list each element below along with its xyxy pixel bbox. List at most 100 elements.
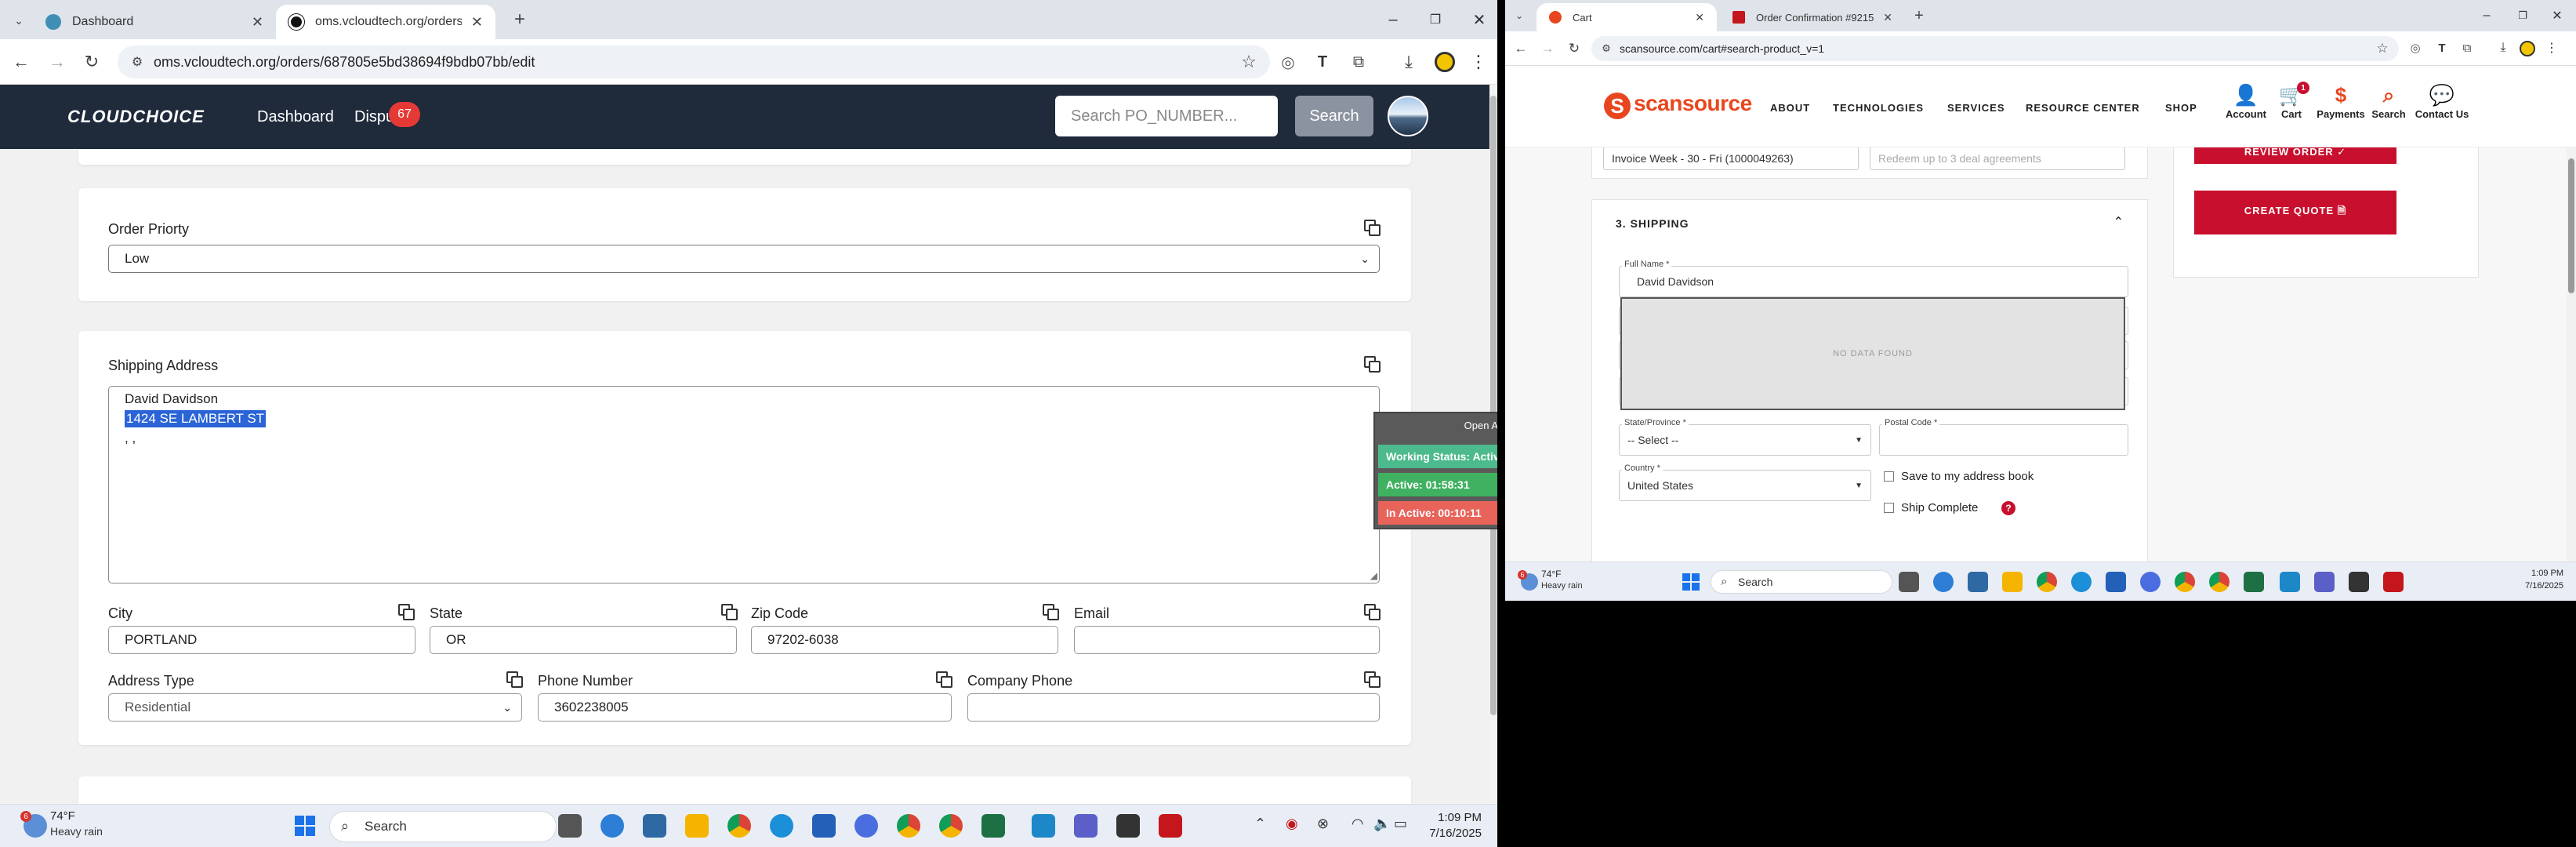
full-name-input[interactable]: David Davidson <box>1619 266 2128 297</box>
zoom-icon[interactable] <box>854 814 878 838</box>
calculator-icon[interactable] <box>643 814 666 838</box>
scansource-logo[interactable]: scansource <box>1634 91 1752 116</box>
ship-complete-checkbox[interactable] <box>1884 503 1894 513</box>
copy-icon[interactable] <box>506 671 523 688</box>
close-window-icon[interactable]: ✕ <box>2548 6 2567 25</box>
excel-icon[interactable] <box>2244 572 2264 592</box>
create-quote-button[interactable]: CREATE QUOTE 🗎 <box>2194 191 2396 234</box>
state-province-select[interactable]: -- Select -- ▼ <box>1619 424 1871 456</box>
windows-start-icon[interactable] <box>295 816 315 836</box>
taskbar-search[interactable]: ⌕ Search <box>1711 570 1892 594</box>
extensions-puzzle-icon[interactable]: ⧉ <box>1347 50 1370 74</box>
profile-avatar-icon[interactable] <box>1435 52 1455 72</box>
windows-start-icon[interactable] <box>1682 573 1700 591</box>
taskbar-search[interactable]: ⌕ Search <box>329 811 557 842</box>
tray-network-icon[interactable]: ⊗ <box>1317 816 1329 832</box>
restore-icon[interactable]: ❐ <box>1424 8 1447 31</box>
address-type-select[interactable]: Residential ⌄ <box>108 693 522 722</box>
company-phone-input[interactable] <box>967 693 1380 722</box>
user-avatar[interactable] <box>1388 96 1428 136</box>
file-explorer-icon[interactable] <box>1899 572 1919 592</box>
reload-icon[interactable]: ↻ <box>1565 39 1584 58</box>
city-input[interactable]: PORTLAND <box>108 626 415 654</box>
clock-date[interactable]: 7/16/2025 <box>2501 581 2563 591</box>
phone-input[interactable]: 3602238005 <box>538 693 952 722</box>
chevron-up-icon[interactable]: ⌃ <box>2113 214 2124 230</box>
copy-icon[interactable] <box>1364 604 1381 620</box>
forward-icon[interactable]: → <box>44 49 71 75</box>
scansource-logo-icon[interactable]: S <box>1604 93 1631 119</box>
tab-list-icon[interactable]: ⌄ <box>9 11 28 30</box>
back-icon[interactable]: ← <box>1511 39 1530 58</box>
extension-icon[interactable]: ◎ <box>1276 50 1300 74</box>
folder-icon[interactable] <box>685 814 709 838</box>
copy-icon[interactable] <box>1364 220 1381 236</box>
app-icon[interactable] <box>2349 572 2369 592</box>
chrome-profile-icon[interactable] <box>2209 572 2230 592</box>
minimize-icon[interactable]: – <box>2477 6 2496 25</box>
reload-icon[interactable]: ↻ <box>78 49 105 75</box>
po-search-input[interactable]: Search PO_NUMBER... <box>1055 96 1278 136</box>
url-bar[interactable]: ⚙ scansource.com/cart#search-product_v=1… <box>1591 36 2399 61</box>
nav-services[interactable]: SERVICES <box>1947 102 2005 114</box>
snipping-tool-icon[interactable] <box>1032 814 1055 838</box>
app-icon[interactable] <box>1116 814 1140 838</box>
new-tab-icon[interactable]: + <box>508 8 532 31</box>
minimize-icon[interactable]: – <box>1381 8 1405 31</box>
nav-about[interactable]: ABOUT <box>1770 102 1810 114</box>
chrome-profile-icon[interactable] <box>939 814 963 838</box>
more-menu-icon[interactable]: ⋮ <box>1469 50 1488 74</box>
url-bar[interactable]: ⚙ oms.vcloudtech.org/orders/687805e5bd38… <box>118 45 1270 78</box>
help-icon[interactable]: ? <box>2001 501 2015 515</box>
tab-order-edit[interactable]: oms.vcloudtech.org/orders/687 ✕ <box>276 5 495 39</box>
scrollbar-thumb[interactable] <box>1490 96 1497 715</box>
extension-icon[interactable]: ◎ <box>2407 39 2424 56</box>
site-info-icon[interactable]: ⚙ <box>1599 42 1613 56</box>
edge-icon[interactable] <box>770 814 793 838</box>
chrome-profile-icon[interactable] <box>897 814 920 838</box>
new-tab-icon[interactable]: + <box>1910 6 1928 25</box>
wifi-icon[interactable]: ◠ <box>1351 816 1364 832</box>
acrobat-icon[interactable] <box>2383 572 2404 592</box>
tab-cart[interactable]: Cart ✕ <box>1537 3 1717 31</box>
folder-icon[interactable] <box>2002 572 2023 592</box>
copy-icon[interactable] <box>936 671 952 688</box>
site-info-icon[interactable]: ⚙ <box>129 53 146 71</box>
download-icon[interactable]: ⤓ <box>2494 39 2512 56</box>
copy-icon[interactable] <box>1043 604 1059 620</box>
tab-dashboard[interactable]: Dashboard ✕ <box>33 5 276 39</box>
download-icon[interactable]: ⤓ <box>1397 50 1420 74</box>
contact-link[interactable]: 💬 Contact Us <box>2407 82 2477 120</box>
close-icon[interactable]: ✕ <box>471 14 483 31</box>
outlook-icon[interactable] <box>2106 572 2126 592</box>
page-scrollbar[interactable] <box>2567 147 2576 562</box>
close-icon[interactable]: ✕ <box>1883 11 1892 24</box>
nav-shop[interactable]: SHOP <box>2165 102 2197 114</box>
teams-icon[interactable] <box>2314 572 2335 592</box>
edge-dev-icon[interactable] <box>1933 572 1954 592</box>
scrollbar-thumb[interactable] <box>2568 158 2574 293</box>
back-icon[interactable]: ← <box>8 49 34 75</box>
copy-icon[interactable] <box>398 604 415 620</box>
nav-technologies[interactable]: TECHNOLOGIES <box>1833 102 1924 114</box>
nav-resource-center[interactable]: RESOURCE CENTER <box>2026 102 2140 114</box>
clock-time[interactable]: 1:09 PM <box>2501 569 2563 578</box>
chrome-profile-icon[interactable] <box>2175 572 2195 592</box>
clock-time[interactable]: 1:09 PM <box>1419 811 1482 824</box>
tab-order-confirmation[interactable]: Order Confirmation #9215735 ✕ <box>1720 3 1905 31</box>
teams-icon[interactable] <box>1074 814 1098 838</box>
email-input[interactable] <box>1074 626 1380 654</box>
save-address-checkbox[interactable] <box>1884 471 1894 482</box>
extensions-puzzle-icon[interactable]: ⧉ <box>2458 39 2476 56</box>
close-icon[interactable]: ✕ <box>252 14 263 31</box>
profile-avatar-icon[interactable] <box>2520 41 2535 56</box>
file-explorer-icon[interactable] <box>558 814 582 838</box>
search-button[interactable]: Search <box>1295 96 1373 136</box>
forward-icon[interactable]: → <box>1538 39 1557 58</box>
state-input[interactable]: OR <box>430 626 737 654</box>
zoom-icon[interactable] <box>2140 572 2161 592</box>
copy-icon[interactable] <box>1364 356 1381 373</box>
tray-chevron-icon[interactable]: ⌃ <box>1254 816 1266 832</box>
outlook-icon[interactable] <box>812 814 836 838</box>
review-order-button[interactable]: REVIEW ORDER ✓ <box>2194 147 2396 164</box>
